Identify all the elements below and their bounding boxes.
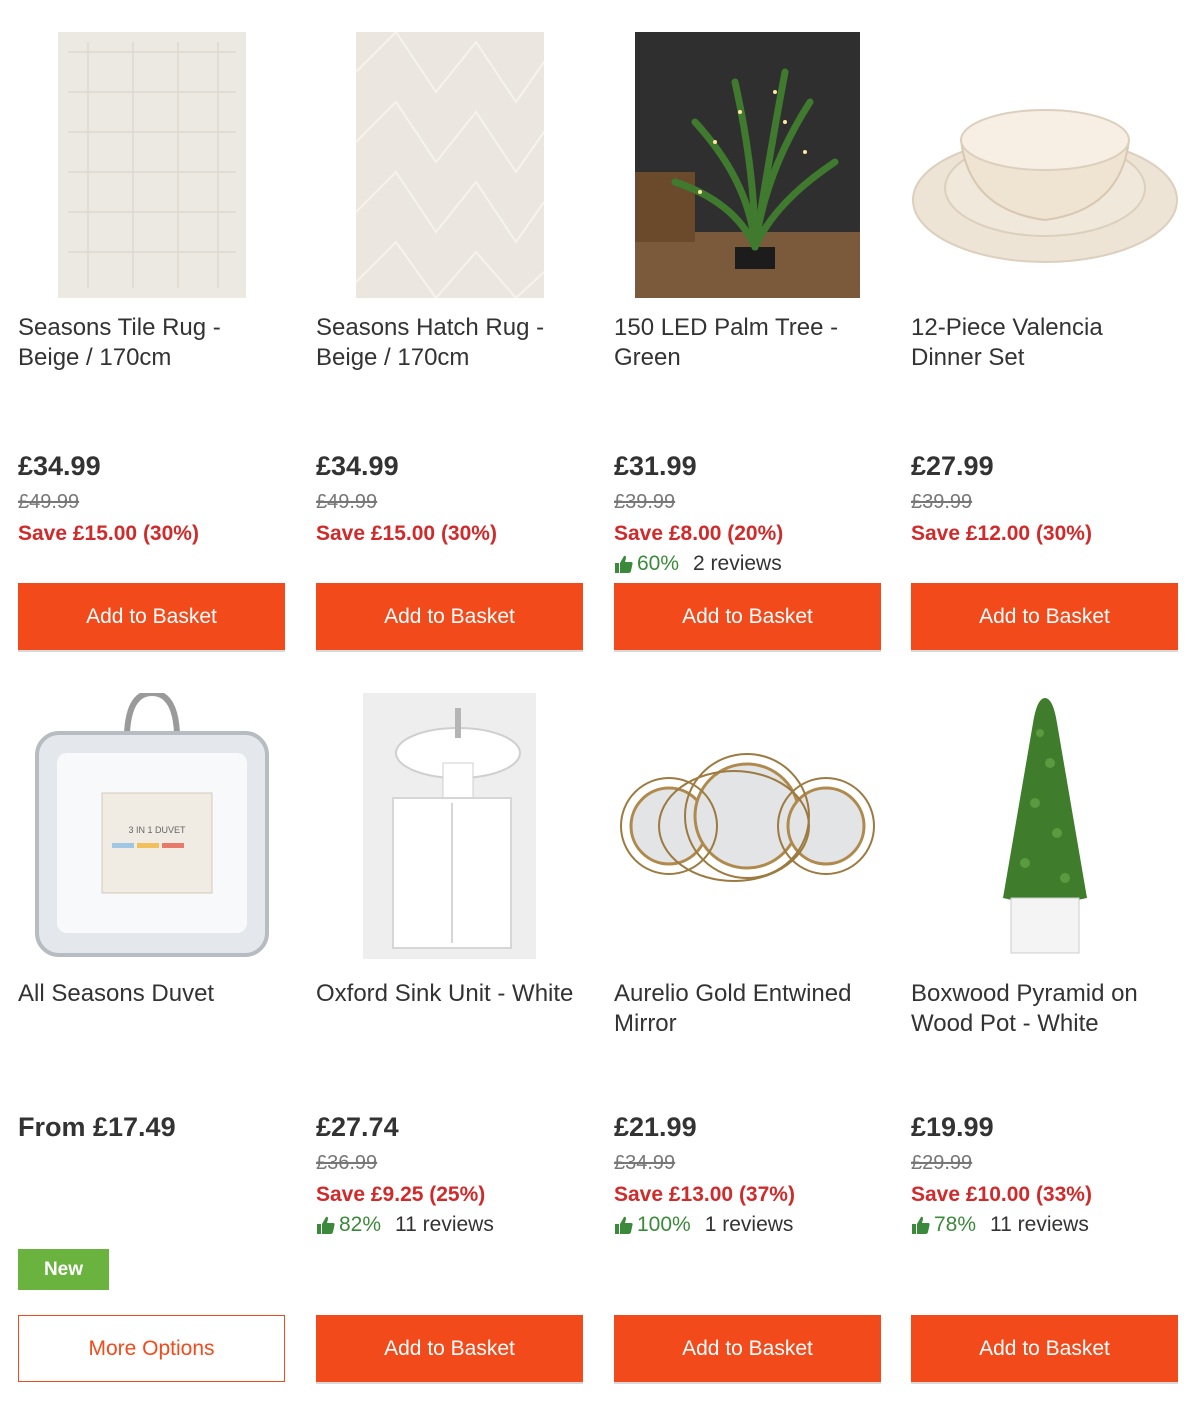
product-image[interactable] [18, 31, 285, 298]
product-image[interactable] [316, 692, 583, 959]
saving-text: Save £15.00 (30%) [18, 522, 199, 545]
was-price: £49.99 [18, 491, 80, 513]
review-count[interactable]: 11 reviews [990, 1213, 1089, 1237]
rating-summary[interactable]: 82% 11 reviews [316, 1213, 494, 1237]
product-title[interactable]: All Seasons Duvet [18, 979, 285, 1009]
duvet-package-image: 3 IN 1 DUVET [34, 692, 269, 957]
thumbs-up-icon [615, 555, 633, 573]
review-count[interactable]: 1 reviews [705, 1213, 794, 1237]
add-to-basket-button[interactable]: Add to Basket [316, 1315, 583, 1382]
product-title[interactable]: 12-Piece Valencia Dinner Set [911, 313, 1178, 373]
product-price: £34.99 [316, 451, 399, 481]
product-image[interactable] [614, 692, 881, 959]
add-to-basket-button[interactable]: Add to Basket [614, 583, 881, 650]
product-price: £27.99 [911, 451, 994, 481]
saving-text: Save £9.25 (25%) [316, 1183, 486, 1206]
product-image[interactable] [911, 31, 1178, 298]
was-price: £49.99 [316, 491, 378, 513]
svg-text:3 IN 1 DUVET: 3 IN 1 DUVET [128, 825, 186, 835]
was-price: £34.99 [614, 1152, 676, 1174]
beige-tile-rug-image [57, 31, 246, 298]
product-price: £21.99 [614, 1112, 697, 1142]
saving-text: Save £15.00 (30%) [316, 522, 497, 545]
gold-mirror-image [620, 752, 875, 882]
product-title[interactable]: Seasons Tile Rug - Beige / 170cm [18, 313, 285, 373]
product-grid: Seasons Tile Rug - Beige / 170cm £34.99 … [0, 0, 1200, 1401]
add-to-basket-button[interactable]: Add to Basket [911, 583, 1178, 650]
thumbs-up-icon [912, 1216, 930, 1234]
more-options-button[interactable]: More Options [18, 1315, 285, 1382]
product-image[interactable] [316, 31, 583, 298]
product-image[interactable] [614, 31, 881, 298]
product-price: £31.99 [614, 451, 697, 481]
add-to-basket-button[interactable]: Add to Basket [18, 583, 285, 650]
sink-unit-image [363, 692, 536, 959]
add-to-basket-button[interactable]: Add to Basket [316, 583, 583, 650]
thumbs-up-icon [615, 1216, 633, 1234]
was-price: £39.99 [911, 491, 973, 513]
saving-text: Save £12.00 (30%) [911, 522, 1092, 545]
rating-percent: 60% [637, 552, 680, 575]
add-to-basket-button[interactable]: Add to Basket [614, 1315, 881, 1382]
product-title[interactable]: Aurelio Gold Entwined Mirror [614, 979, 881, 1039]
product-price: £27.74 [316, 1112, 399, 1142]
rating-percent: 100% [637, 1213, 691, 1236]
rating-summary[interactable]: 78% 11 reviews [911, 1213, 1089, 1237]
product-title[interactable]: Seasons Hatch Rug - Beige / 170cm [316, 313, 583, 373]
saving-text: Save £8.00 (20%) [614, 522, 784, 545]
review-count[interactable]: 2 reviews [693, 552, 782, 576]
led-palm-tree-image [635, 31, 860, 298]
was-price: £39.99 [614, 491, 676, 513]
review-count[interactable]: 11 reviews [395, 1213, 494, 1237]
product-title[interactable]: Boxwood Pyramid on Wood Pot - White [911, 979, 1178, 1039]
beige-hatch-rug-image [355, 31, 544, 298]
saving-text: Save £13.00 (37%) [614, 1183, 795, 1206]
rating-summary[interactable]: 100% 1 reviews [614, 1213, 793, 1237]
product-title[interactable]: Oxford Sink Unit - White [316, 979, 583, 1009]
was-price: £29.99 [911, 1152, 973, 1174]
product-title[interactable]: 150 LED Palm Tree - Green [614, 313, 881, 373]
new-badge: New [18, 1249, 109, 1290]
product-image[interactable]: 3 IN 1 DUVET [18, 692, 285, 959]
product-price: £19.99 [911, 1112, 994, 1142]
dinner-set-image [912, 108, 1178, 263]
product-price: £34.99 [18, 451, 101, 481]
rating-percent: 82% [339, 1213, 382, 1236]
product-price: From £17.49 [18, 1112, 176, 1142]
add-to-basket-button[interactable]: Add to Basket [911, 1315, 1178, 1382]
product-image[interactable] [911, 692, 1178, 959]
rating-summary[interactable]: 60% 2 reviews [614, 552, 782, 576]
was-price: £36.99 [316, 1152, 378, 1174]
boxwood-pyramid-image [1002, 697, 1087, 953]
rating-percent: 78% [934, 1213, 977, 1236]
saving-text: Save £10.00 (33%) [911, 1183, 1092, 1206]
thumbs-up-icon [317, 1216, 335, 1234]
